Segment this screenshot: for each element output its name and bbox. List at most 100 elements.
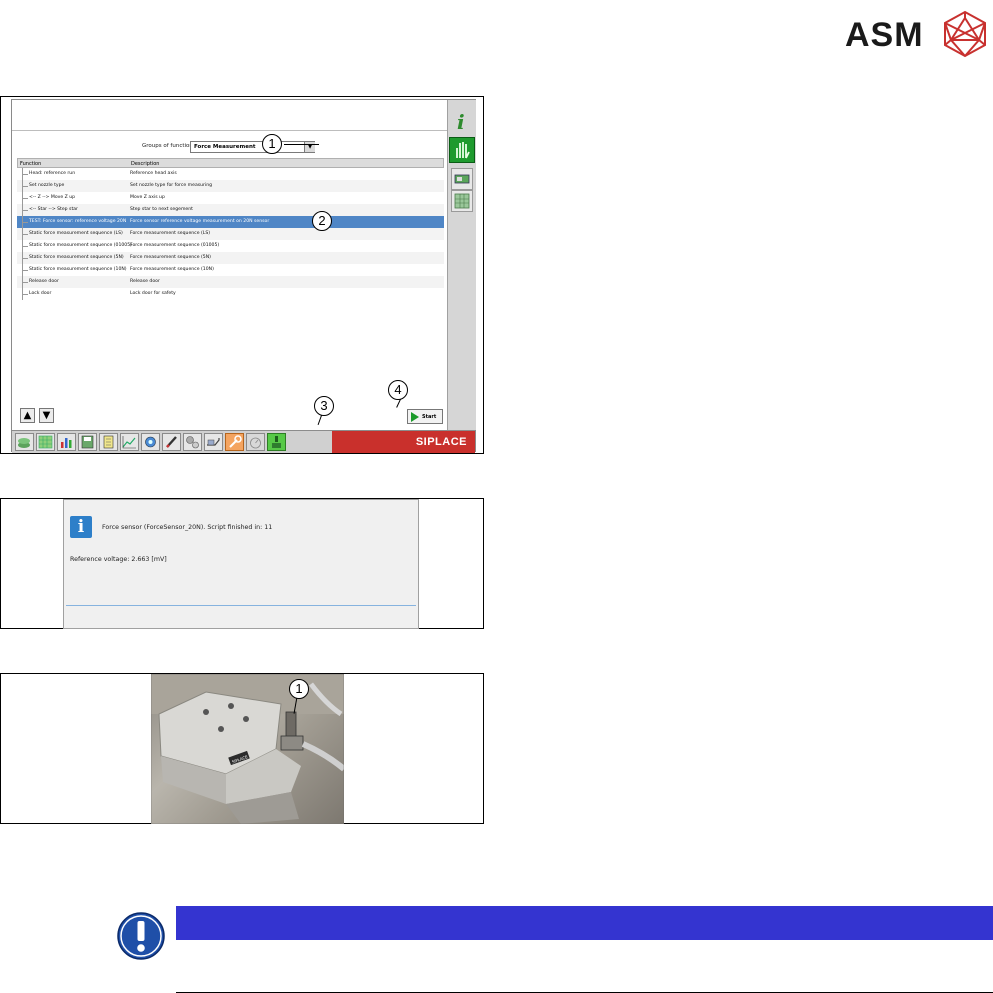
column-header-description[interactable]: Description — [131, 161, 159, 167]
table-header: Function Description — [17, 158, 444, 168]
scroll-down-button[interactable]: ▼ — [39, 408, 54, 423]
callout-3: 3 — [314, 396, 334, 416]
tree-connector — [22, 228, 28, 240]
asm-crystal-icon — [944, 10, 986, 58]
start-label: Start — [422, 414, 437, 420]
force-measurement-icon[interactable] — [267, 433, 286, 451]
row-description: Force sensor reference voltage measureme… — [130, 219, 270, 224]
figure-software-window: i Groups of functions: Force Measurement… — [0, 96, 484, 454]
tree-connector — [22, 204, 28, 216]
groups-selected-value: Force Measurement — [194, 144, 256, 150]
row-function: Static force measurement sequence (10N) — [29, 267, 127, 272]
table-row[interactable]: Static force measurement sequence (01005… — [17, 240, 444, 252]
table-row[interactable]: Release door Release door — [17, 276, 444, 288]
groups-dropdown[interactable]: Force Measurement ▼ — [190, 141, 315, 153]
table-row[interactable]: <-- Z --> Move Z up Move Z axis up — [17, 192, 444, 204]
row-function: Lock door — [29, 291, 52, 296]
tree-connector — [22, 240, 28, 252]
row-function: Set nozzle type — [29, 183, 65, 188]
row-description: Force measurement sequence (LS) — [130, 231, 211, 236]
callout-1: 1 — [262, 134, 282, 154]
row-description: Force measurement sequence (01005) — [130, 243, 220, 248]
play-icon — [411, 412, 419, 422]
tree-connector — [22, 180, 28, 192]
hand-function-icon[interactable] — [449, 137, 475, 163]
row-description: Lock door for safety — [130, 291, 176, 296]
table-row[interactable]: <-- Star --> Step star Step star to next … — [17, 204, 444, 216]
row-description: Reference head axis — [130, 171, 177, 176]
document-icon[interactable] — [99, 433, 118, 451]
row-function: Static force measurement sequence (01005… — [29, 243, 132, 248]
line-chart-icon[interactable] — [120, 433, 139, 451]
info-icon[interactable]: i — [451, 110, 473, 134]
figure-force-sensor-photo: SIPLACE 1 — [0, 673, 484, 824]
nozzle-icon[interactable] — [162, 433, 181, 451]
tree-connector — [22, 288, 28, 300]
feeder-icon[interactable] — [204, 433, 223, 451]
tree-connector — [22, 264, 28, 276]
figure-result-dialog: i Force sensor (ForceSensor_20N). Script… — [0, 498, 484, 629]
callout-4: 4 — [388, 380, 408, 400]
reference-voltage-text: Reference voltage: 2.663 [mV] — [70, 556, 167, 563]
photo-callout-1: 1 — [289, 679, 309, 699]
gauge-icon[interactable] — [246, 433, 265, 451]
row-function: Static force measurement sequence (LS) — [29, 231, 123, 236]
bar-chart-icon[interactable] — [57, 433, 76, 451]
column-header-function[interactable]: Function — [20, 161, 41, 167]
window-header-area — [12, 100, 447, 131]
force-sensor-device-image: SIPLACE — [151, 674, 344, 824]
svg-text:i: i — [457, 110, 465, 132]
right-toolbar: i — [447, 100, 476, 430]
table-body: Head: reference run Reference head axis Se… — [17, 168, 444, 300]
row-function: Release door — [29, 279, 59, 284]
camera-icon[interactable] — [141, 433, 160, 451]
callout-1-line — [284, 144, 319, 145]
start-button[interactable]: Start — [407, 409, 443, 424]
tree-connector — [22, 216, 28, 228]
info-dialog: i Force sensor (ForceSensor_20N). Script… — [63, 499, 419, 629]
tree-connector — [22, 276, 28, 288]
groups-of-functions-row: Groups of functions: Force Measurement ▼ — [12, 140, 447, 156]
table-row[interactable]: Static force measurement sequence (LS) Fo… — [17, 228, 444, 240]
asm-logo: ASM — [845, 10, 990, 58]
table-row[interactable]: Head: reference run Reference head axis — [17, 168, 444, 180]
dialog-message: Force sensor (ForceSensor_20N). Script f… — [102, 524, 273, 531]
row-description: Force measurement sequence (10N) — [130, 267, 214, 272]
exclamation-icon — [116, 911, 166, 961]
table-row[interactable]: Static force measurement sequence (5N) Fo… — [17, 252, 444, 264]
row-function: TEST: Force sensor: reference voltage 20… — [29, 219, 127, 224]
row-function: <-- Z --> Move Z up — [29, 195, 76, 200]
row-description: Move Z axis up — [130, 195, 165, 200]
table-row[interactable]: Set nozzle type Set nozzle type for force… — [17, 180, 444, 192]
table-grid-icon[interactable] — [36, 433, 55, 451]
row-function: <-- Star --> Step star — [29, 207, 78, 212]
row-description: Force measurement sequence (5N) — [130, 255, 211, 260]
logo-text: ASM — [845, 16, 924, 54]
function-table: Function Description Head: reference run… — [17, 158, 444, 300]
table-row[interactable]: Lock door Lock door for safety — [17, 288, 444, 300]
row-function: Head: reference run — [29, 171, 76, 176]
row-description: Release door — [130, 279, 160, 284]
row-function: Static force measurement sequence (5N) — [29, 255, 124, 260]
siplace-logo-text: SIPLACE — [415, 436, 467, 448]
callout-2: 2 — [312, 211, 332, 231]
row-description: Set nozzle type for force measuring — [130, 183, 213, 188]
tree-connector — [22, 168, 28, 180]
wrench-icon[interactable] — [225, 433, 244, 451]
notice-header-bar — [176, 906, 993, 940]
table-row[interactable]: Static force measurement sequence (10N) F… — [17, 264, 444, 276]
row-description: Step star to next segement — [130, 207, 193, 212]
stack-icon[interactable] — [15, 433, 34, 451]
info-icon: i — [70, 516, 92, 538]
gears-icon[interactable] — [183, 433, 202, 451]
dialog-divider — [66, 605, 416, 606]
tree-connector — [22, 192, 28, 204]
grid-icon[interactable] — [451, 190, 473, 212]
siplace-brand-bar: SIPLACE — [332, 431, 475, 453]
app-window: i Groups of functions: Force Measurement… — [11, 99, 476, 453]
table-row[interactable]: TEST: Force sensor: reference voltage 20… — [17, 216, 444, 228]
scroll-up-button[interactable]: ▲ — [20, 408, 35, 423]
card-icon[interactable] — [451, 168, 473, 190]
bottom-taskbar: SIPLACE — [12, 430, 475, 453]
save-icon[interactable] — [78, 433, 97, 451]
